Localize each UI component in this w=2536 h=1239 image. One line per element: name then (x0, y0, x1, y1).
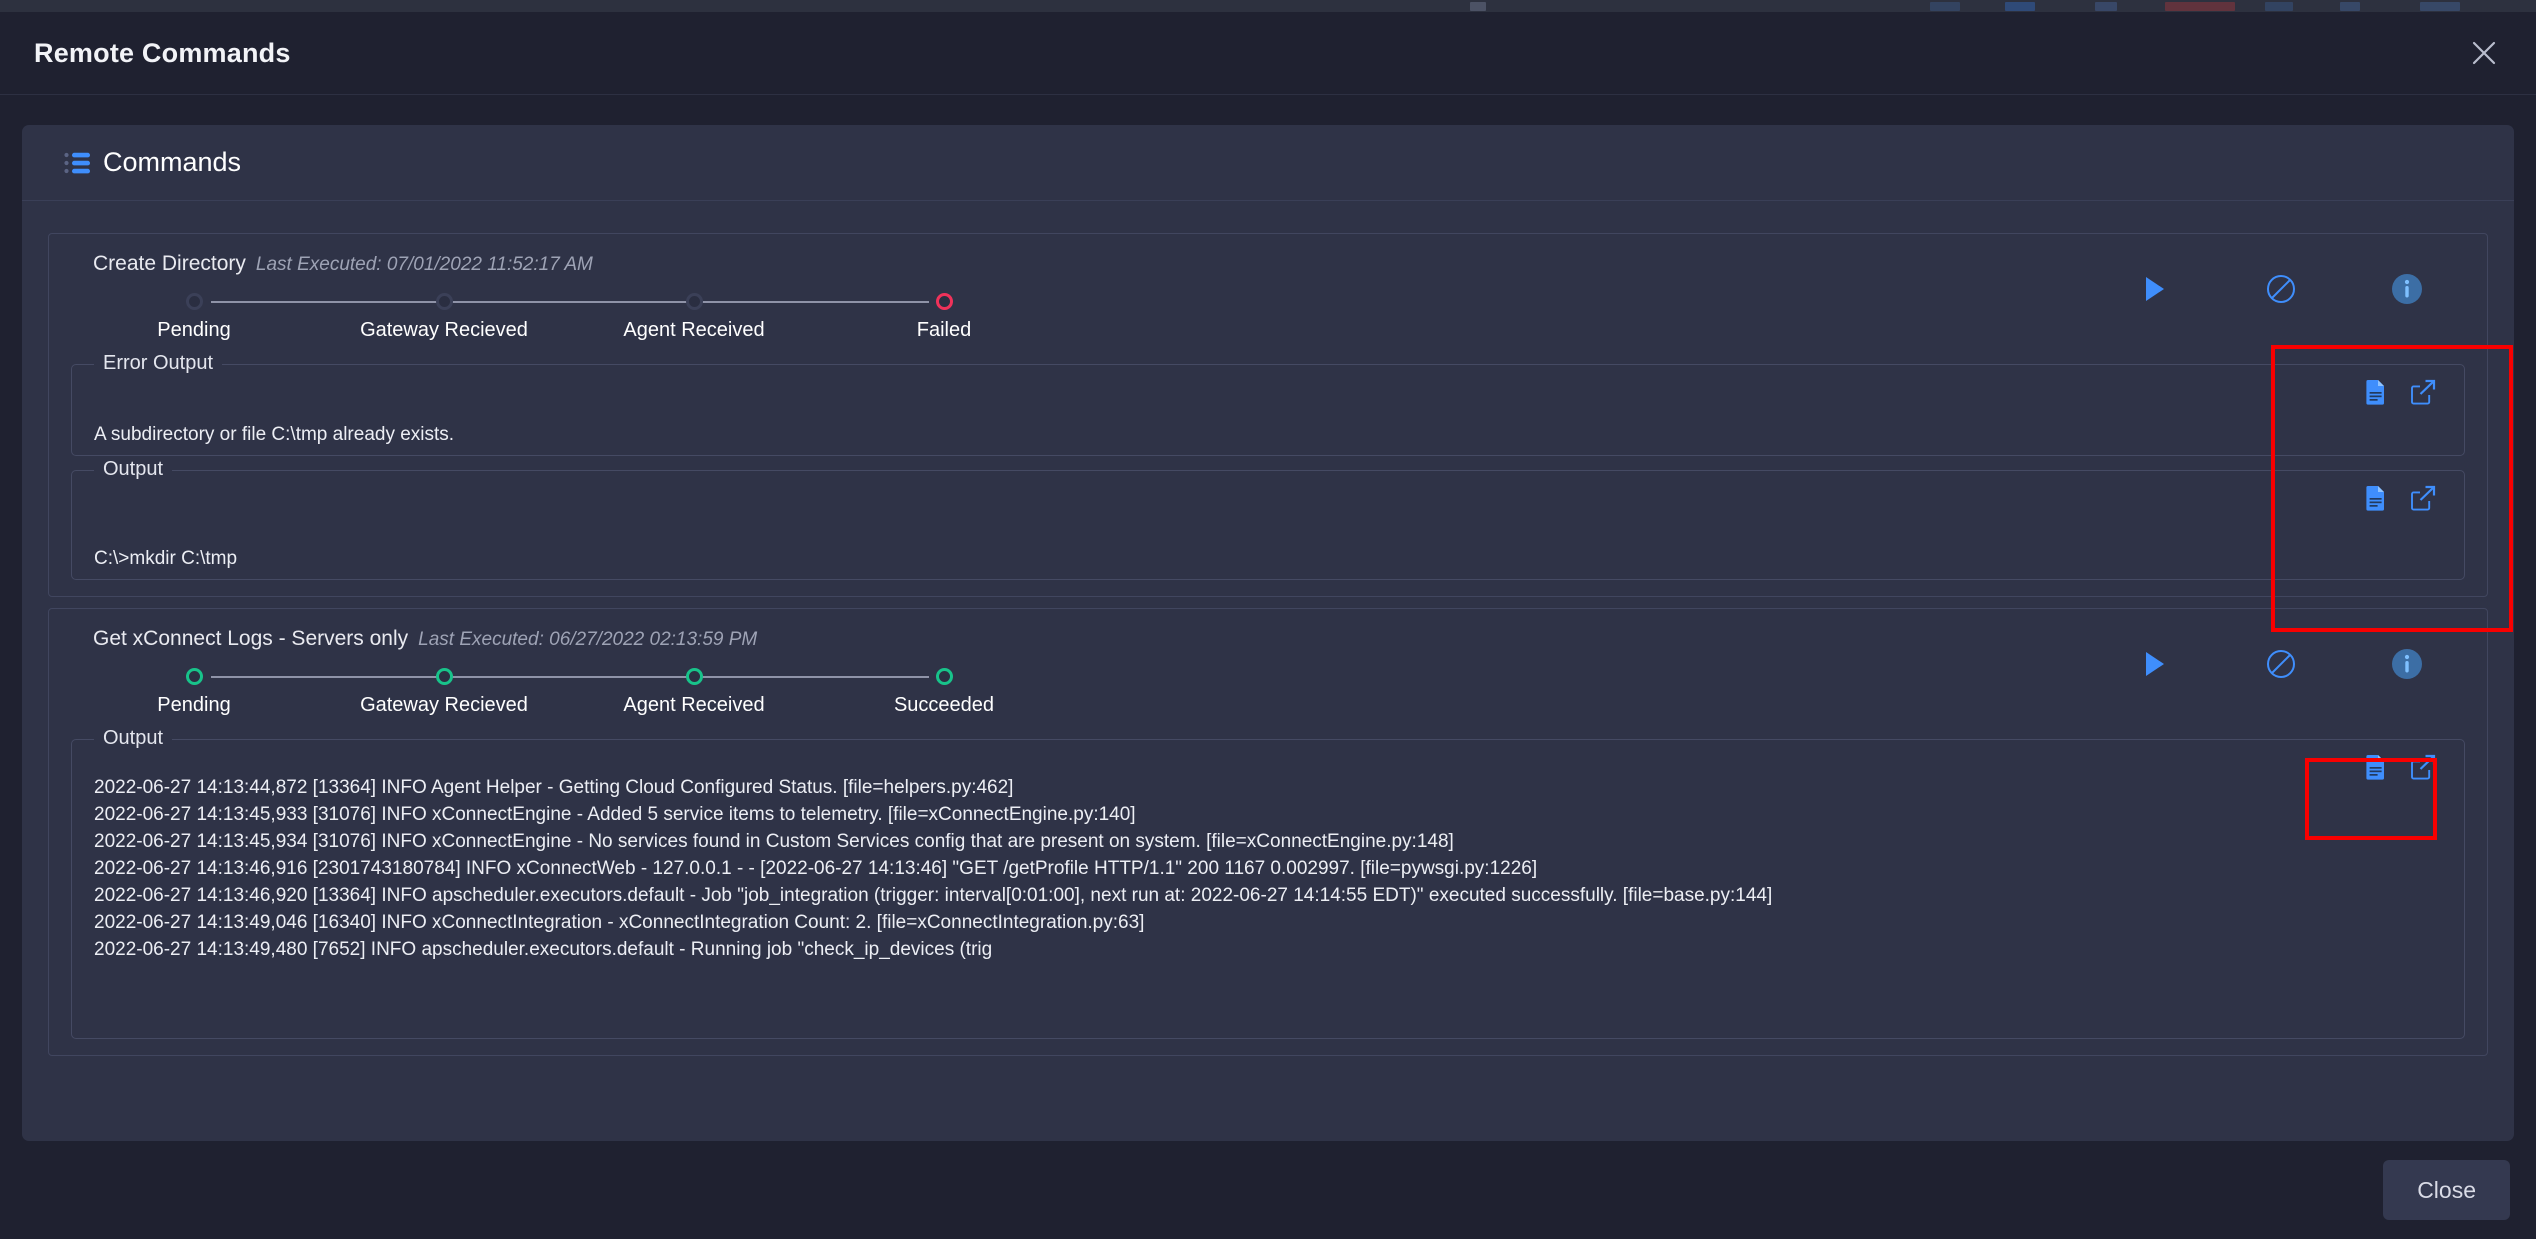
error-output-body: A subdirectory or file C:\tmp already ex… (94, 391, 2442, 448)
open-output-button[interactable] (2408, 378, 2438, 408)
stepper-step: Agent Received (569, 663, 819, 717)
play-icon (2144, 651, 2166, 680)
output-line: 2022-06-27 14:13:45,933 [31076] INFO xCo… (94, 804, 1136, 825)
play-icon (2144, 276, 2166, 305)
stepper-step: Gateway Recieved (319, 663, 569, 717)
modal-footer: Close (0, 1141, 2536, 1239)
no-entry-icon (2266, 649, 2296, 682)
stepper-dot-pending (185, 668, 203, 685)
stepper-dot-agent-received (685, 668, 703, 685)
output-fieldset: Output (71, 727, 2465, 1039)
remote-commands-modal: Remote Commands Commands Create Director… (0, 12, 2536, 1239)
stepper-dot-succeeded (935, 668, 953, 685)
copy-output-button[interactable] (2361, 484, 2391, 514)
document-copy-icon (2365, 754, 2387, 783)
command-name: Create Directory (93, 252, 246, 275)
run-command-button[interactable] (2135, 645, 2175, 685)
external-link-icon (2410, 485, 2436, 514)
output-tools (2361, 484, 2438, 514)
stepper-step: Pending (69, 663, 319, 717)
stepper-step: Succeeded (819, 663, 1069, 717)
output-line: A subdirectory or file C:\tmp already ex… (94, 424, 455, 445)
command-header: Create Directory Last Executed: 07/01/20… (49, 234, 2487, 350)
stepper-label: Gateway Recieved (360, 319, 528, 341)
command-info-button[interactable] (2387, 270, 2427, 310)
commands-list: Create Directory Last Executed: 07/01/20… (22, 201, 2514, 1141)
output-tools (2361, 753, 2438, 783)
command-last-executed: Last Executed: 07/01/2022 11:52:17 AM (255, 254, 593, 275)
background-app-strip (0, 0, 2536, 12)
external-link-icon (2410, 754, 2436, 783)
document-copy-icon (2365, 485, 2387, 514)
open-output-button[interactable] (2408, 753, 2438, 783)
output-legend: Output (94, 458, 173, 481)
command-card: Create Directory Last Executed: 07/01/20… (48, 233, 2488, 597)
info-circle-icon (2391, 273, 2423, 308)
stepper-step: Failed (819, 288, 1069, 342)
command-header: Get xConnect Logs - Servers only Last Ex… (49, 609, 2487, 725)
command-progress-stepper: Pending Gateway Recieved Agent Received (69, 288, 1069, 350)
command-actions (2135, 645, 2427, 685)
page-title: Remote Commands (34, 37, 291, 68)
output-line: C:\>mkdir C:\tmp (94, 548, 238, 569)
error-output-fieldset: Error Output A subdirectory or file C:\t… (71, 352, 2465, 456)
command-last-executed: Last Executed: 06/27/2022 02:13:59 PM (418, 629, 758, 650)
stepper-dot-gateway-recieved (435, 293, 453, 310)
stepper-step: Gateway Recieved (319, 288, 569, 342)
modal-body: Commands Create Directory Last Executed:… (0, 95, 2536, 1141)
command-info-button[interactable] (2387, 645, 2427, 685)
no-entry-icon (2266, 274, 2296, 307)
stepper-dot-gateway-recieved (435, 668, 453, 685)
output-fieldset: Output (71, 458, 2465, 580)
output-line: 2022-06-27 14:13:46,916 [2301743180784] … (94, 858, 1538, 879)
copy-output-button[interactable] (2361, 378, 2391, 408)
modal-header: Remote Commands (0, 12, 2536, 95)
stepper-label: Pending (157, 694, 231, 716)
command-card: Get xConnect Logs - Servers only Last Ex… (48, 608, 2488, 1056)
output-body: 2022-06-27 14:13:44,872 [13364] INFO Age… (94, 766, 2442, 963)
output-line: 2022-06-27 14:13:49,480 [7652] INFO apsc… (94, 939, 993, 960)
error-output-tools (2361, 378, 2438, 408)
output-line: 2022-06-27 14:13:45,934 [31076] INFO xCo… (94, 831, 1454, 852)
output-line: 2022-06-27 14:13:44,872 [13364] INFO Age… (94, 777, 1014, 798)
stepper-dot-agent-received (685, 293, 703, 310)
document-copy-icon (2365, 379, 2387, 408)
commands-panel-title: Commands (103, 147, 242, 177)
stepper-label: Failed (916, 319, 972, 341)
command-actions (2135, 270, 2427, 310)
output-line: 2022-06-27 14:13:46,920 [13364] INFO aps… (94, 885, 1773, 906)
error-output-legend: Error Output (94, 352, 223, 375)
stepper-step: Agent Received (569, 288, 819, 342)
command-outputs: Output 2022-06-27 14:13:44,872 [13364] I… (49, 727, 2487, 1055)
stepper-label: Pending (157, 319, 231, 341)
copy-output-button[interactable] (2361, 753, 2391, 783)
stepper-dot-pending (185, 293, 203, 310)
close-icon[interactable] (2462, 31, 2506, 75)
commands-panel: Commands Create Directory Last Executed:… (22, 125, 2514, 1141)
output-line: 2022-06-27 14:13:49,046 [16340] INFO xCo… (94, 912, 1145, 933)
output-body: C:\>mkdir C:\tmp (94, 497, 2442, 572)
commands-panel-header: Commands (22, 125, 2514, 201)
run-command-button[interactable] (2135, 270, 2175, 310)
command-name: Get xConnect Logs - Servers only (93, 627, 409, 650)
stepper-label: Agent Received (623, 319, 765, 341)
open-output-button[interactable] (2408, 484, 2438, 514)
stepper-dot-failed (935, 293, 953, 310)
stepper-step: Pending (69, 288, 319, 342)
close-button[interactable]: Close (2383, 1160, 2510, 1220)
stepper-label: Agent Received (623, 694, 765, 716)
list-bullets-icon (64, 152, 90, 174)
cancel-command-button[interactable] (2261, 270, 2301, 310)
info-circle-icon (2391, 648, 2423, 683)
output-legend: Output (94, 727, 173, 750)
stepper-label: Gateway Recieved (360, 694, 528, 716)
stepper-label: Succeeded (893, 694, 995, 716)
command-progress-stepper: Pending Gateway Recieved Agent Received (69, 663, 1069, 725)
command-outputs: Error Output A subdirectory or file C:\t… (49, 352, 2487, 596)
external-link-icon (2410, 379, 2436, 408)
cancel-command-button[interactable] (2261, 645, 2301, 685)
